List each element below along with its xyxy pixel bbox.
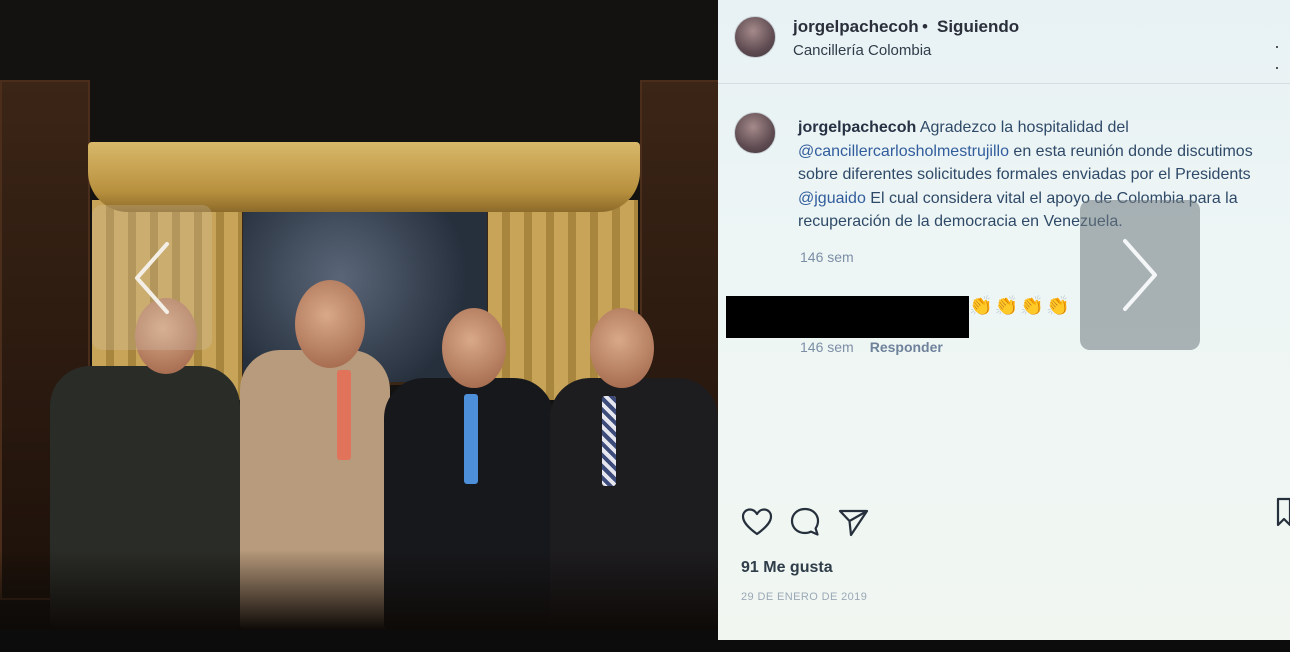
avatar[interactable] (734, 16, 776, 58)
follow-status-button[interactable]: Siguiendo (937, 17, 1019, 37)
caption-text: Agradezco la hospitalidad del (916, 119, 1129, 136)
redacted-comment-author (726, 296, 969, 338)
caption-username[interactable]: jorgelpachecoh (798, 119, 916, 136)
comment-meta: 146 sem Responder (800, 339, 943, 355)
separator-dot: • (922, 17, 928, 36)
clapping-hands-icon: 👏 (1046, 296, 1070, 317)
paper-plane-icon (838, 509, 869, 537)
clapping-hands-icon: 👏 (994, 296, 1019, 317)
previous-post-button[interactable] (92, 205, 212, 350)
curtain-valance (88, 142, 640, 212)
share-button[interactable] (836, 505, 870, 539)
caption-timestamp: 146 sem (800, 249, 854, 265)
username-link[interactable]: jorgelpachecoh (793, 17, 919, 37)
clapping-hands-icon: 👏 (1020, 296, 1045, 317)
post-date: 29 DE ENERO DE 2019 (741, 591, 868, 603)
clapping-hands-icon: 👏 (969, 296, 993, 317)
chevron-right-icon (1123, 239, 1157, 311)
comment-emojis: 👏 👏 👏 👏 (969, 294, 1070, 318)
post-caption: jorgelpachecoh Agradezco la hospitalidad… (798, 116, 1283, 234)
location-link[interactable]: Cancillería Colombia (793, 42, 931, 59)
comment-button[interactable] (788, 505, 822, 539)
bookmark-icon (1276, 497, 1290, 527)
more-options-icon[interactable]: · · (1274, 36, 1290, 78)
chevron-left-icon (135, 241, 169, 314)
next-post-button[interactable] (1080, 200, 1200, 350)
likes-count[interactable]: 91 Me gusta (741, 559, 833, 577)
floor-shadow (0, 550, 718, 630)
post-details-panel: jorgelpachecoh • Siguiendo Cancillería C… (718, 0, 1290, 640)
save-button[interactable] (1274, 495, 1290, 529)
mention-link[interactable]: @cancillercarlosholmestrujillo (798, 143, 1009, 160)
post-photo[interactable] (0, 0, 718, 630)
comment-timestamp: 146 sem (800, 339, 854, 355)
like-button[interactable] (740, 505, 774, 539)
post-header: jorgelpachecoh • Siguiendo Cancillería C… (718, 0, 1290, 84)
post-actions (740, 505, 870, 539)
caption-avatar[interactable] (734, 112, 776, 154)
mention-link[interactable]: @jguaido (798, 190, 866, 207)
reply-button[interactable]: Responder (870, 339, 943, 355)
heart-icon (741, 508, 773, 536)
comment-bubble-icon (790, 507, 820, 536)
